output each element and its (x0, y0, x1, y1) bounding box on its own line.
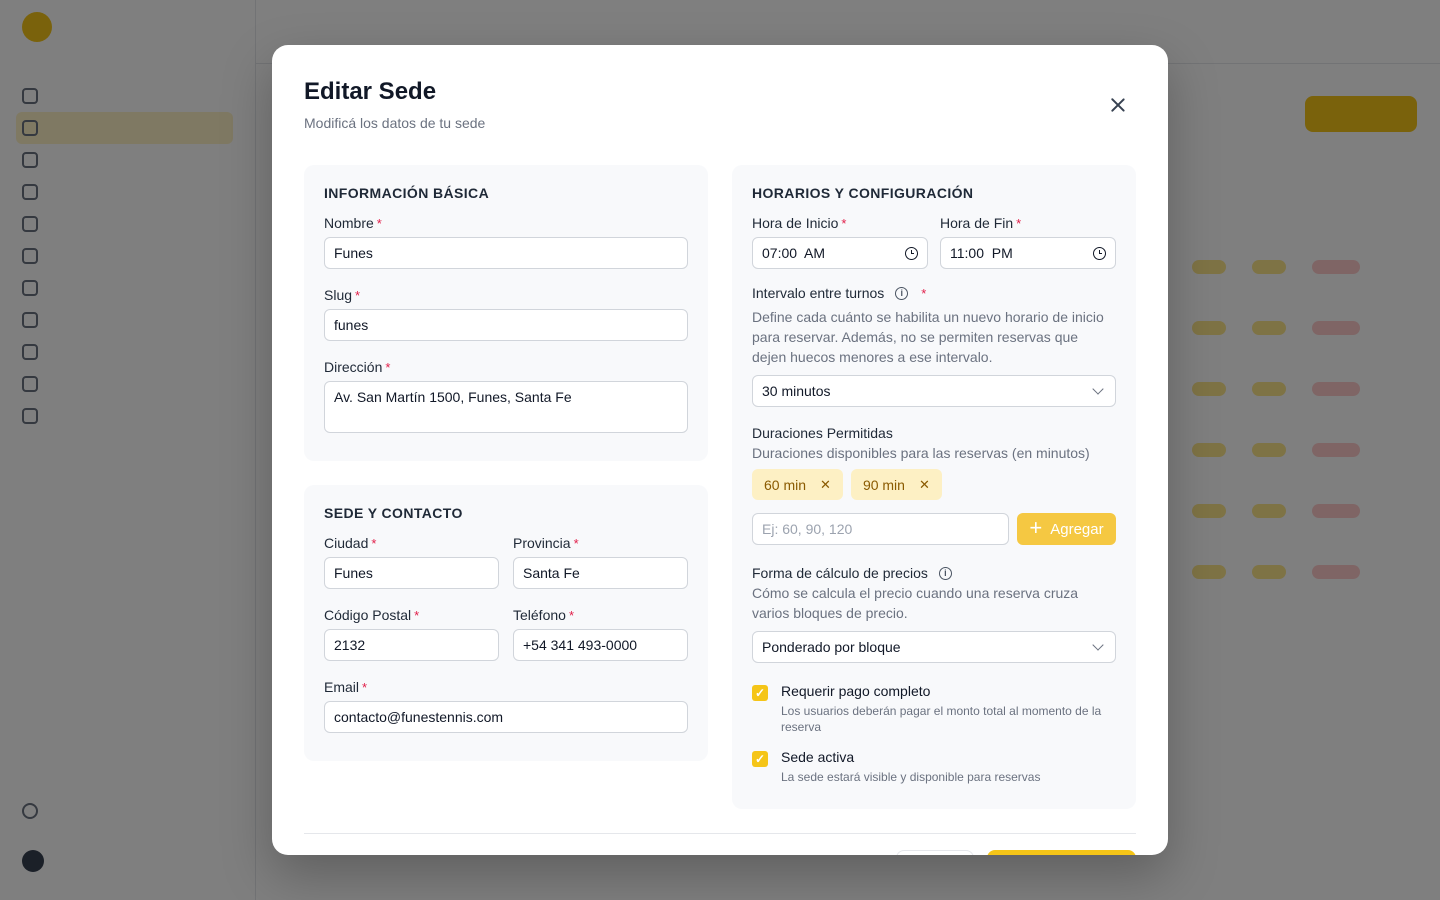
cancel-button[interactable] (896, 850, 974, 855)
intervalo-label: Intervalo entre turnos i * (752, 285, 927, 301)
edit-venue-modal: Editar Sede Modificá los datos de tu sed… (272, 45, 1168, 855)
basic-info-card: INFORMACIÓN BÁSICA Nombre * Funes Slug * f… (304, 165, 708, 461)
direccion-label: Dirección * (324, 359, 391, 375)
provincia-input[interactable]: Santa Fe (513, 557, 688, 589)
clock-icon[interactable] (1093, 246, 1106, 260)
slug-input[interactable]: funes (324, 309, 688, 341)
modal-title: Editar Sede (304, 78, 437, 105)
ciudad-label: Ciudad * (324, 535, 377, 551)
pago-completo-desc: Los usuarios deberán pagar el monto tota… (781, 704, 1102, 734)
duration-chip: 90 min ✕ (850, 469, 942, 500)
section-heading: HORARIOS Y CONFIGURACIÓN (752, 185, 974, 201)
info-icon[interactable]: i (938, 566, 952, 580)
telefono-input[interactable]: +54 341 493-0000 (513, 629, 688, 661)
pago-completo-option: ✓ Requerir pago completo Los usuarios de… (752, 683, 1116, 735)
section-heading: SEDE Y CONTACTO (324, 505, 463, 521)
chevron-down-icon (1092, 639, 1104, 651)
ciudad-input[interactable]: Funes (324, 557, 499, 589)
direccion-textarea[interactable]: Av. San Martín 1500, Funes, Santa Fe (324, 381, 688, 433)
codigo-postal-label: Código Postal * (324, 607, 420, 623)
pago-completo-checkbox[interactable]: ✓ (752, 685, 768, 701)
sede-activa-desc: La sede estará visible y disponible para… (781, 770, 1041, 784)
provincia-label: Provincia * (513, 535, 579, 551)
sede-activa-title: Sede activa (781, 749, 855, 765)
precio-select[interactable]: Ponderado por bloque (752, 631, 1116, 663)
email-label: Email * (324, 679, 368, 695)
precio-label: Forma de cálculo de precios i (752, 565, 1116, 581)
duration-input[interactable]: Ej: 60, 90, 120 (752, 513, 1009, 545)
add-duration-button[interactable]: + Agregar (1017, 513, 1116, 545)
email-input[interactable]: contacto@funestennis.com (324, 701, 688, 733)
clock-icon[interactable] (905, 246, 918, 260)
nombre-label: Nombre * (324, 215, 382, 231)
pago-completo-title: Requerir pago completo (781, 683, 931, 699)
hora-fin-label: Hora de Fin * (940, 215, 1022, 231)
close-icon[interactable] (1108, 95, 1128, 115)
contact-card: SEDE Y CONTACTO Ciudad * Funes Provincia *… (304, 485, 708, 761)
hora-inicio-input[interactable]: 07:00 AM (752, 237, 928, 269)
remove-chip-icon[interactable]: ✕ (919, 477, 930, 493)
duraciones-help: Duraciones disponibles para las reservas… (752, 445, 1090, 461)
modal-subtitle: Modificá los datos de tu sede (304, 115, 486, 131)
save-button[interactable] (987, 850, 1136, 855)
remove-chip-icon[interactable]: ✕ (820, 477, 831, 493)
duration-chip: 60 min ✕ (752, 469, 843, 500)
intervalo-help: Define cada cuánto se habilita un nuevo … (752, 309, 1104, 365)
chevron-down-icon (1092, 383, 1104, 395)
plus-icon: + (1029, 515, 1043, 540)
duraciones-label: Duraciones Permitidas (752, 425, 893, 441)
precio-help: Cómo se calcula el precio cuando una res… (752, 585, 1079, 621)
footer-divider (304, 833, 1136, 834)
add-duration-row: Ej: 60, 90, 120 + Agregar (752, 513, 1116, 545)
telefono-label: Teléfono * (513, 607, 574, 623)
codigo-postal-input[interactable]: 2132 (324, 629, 499, 661)
hora-inicio-label: Hora de Inicio * (752, 215, 847, 231)
sede-activa-checkbox[interactable]: ✓ (752, 751, 768, 767)
duration-chips: 60 min ✕ 90 min ✕ (752, 469, 1116, 500)
hora-fin-input[interactable]: 11:00 PM (940, 237, 1116, 269)
section-heading: INFORMACIÓN BÁSICA (324, 185, 490, 201)
nombre-input[interactable]: Funes (324, 237, 688, 269)
intervalo-select[interactable]: 30 minutos (752, 375, 1116, 407)
sede-activa-option: ✓ Sede activa La sede estará visible y d… (752, 749, 1116, 785)
info-icon[interactable]: i (895, 286, 909, 300)
slug-label: Slug * (324, 287, 361, 303)
schedule-card: HORARIOS Y CONFIGURACIÓN Hora de Inicio *… (732, 165, 1136, 809)
